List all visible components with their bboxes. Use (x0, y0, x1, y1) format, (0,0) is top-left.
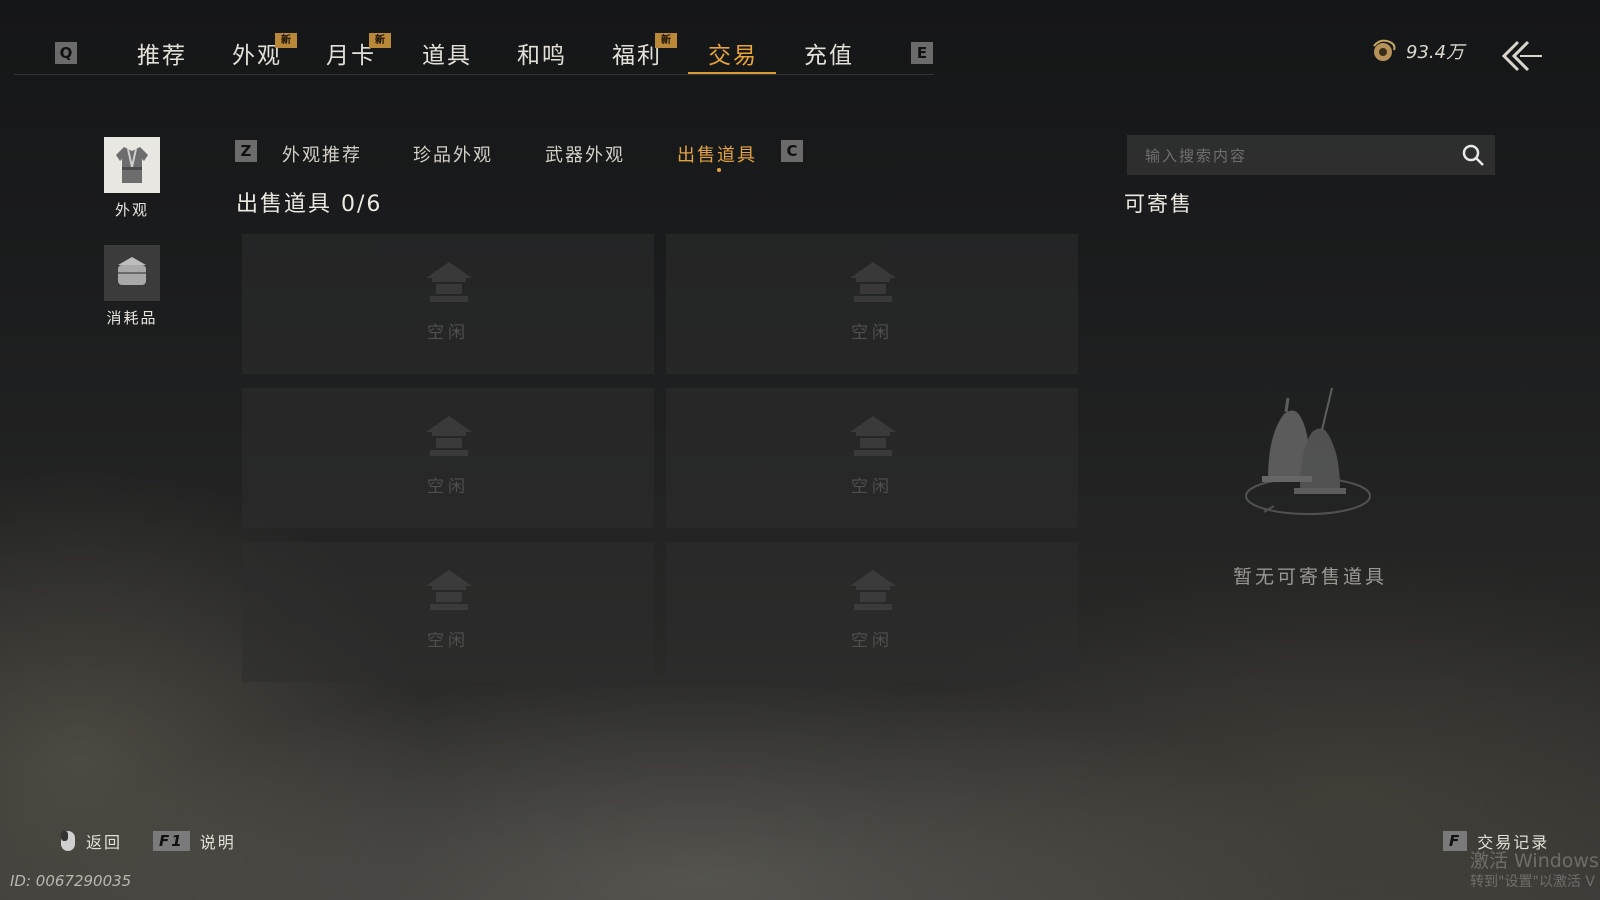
new-badge: 新 (275, 33, 297, 48)
mouse-icon (61, 831, 75, 851)
pavilion-icon (426, 262, 472, 302)
help-label: 说明 (199, 833, 236, 852)
subtab-weapon-appearance[interactable]: 武器外观 (545, 141, 625, 167)
sell-slot[interactable]: 空闲 (242, 234, 654, 374)
robe-icon (104, 137, 160, 193)
tab-recommend[interactable]: 推荐 (137, 36, 187, 70)
slot-status: 空闲 (851, 477, 893, 497)
currency-amount: 93.4万 (1406, 42, 1465, 63)
player-id: ID: 0067290035 (10, 872, 132, 890)
key-hint-e[interactable]: E (911, 42, 933, 64)
tab-harmony[interactable]: 和鸣 (517, 36, 567, 70)
pavilion-icon (426, 416, 472, 456)
pavilion-icon (850, 416, 896, 456)
back-arrow-icon[interactable] (1498, 36, 1544, 76)
key-hint-f1: F1 (153, 831, 190, 851)
tab-trade[interactable]: 交易 (708, 36, 758, 70)
active-subtab-dot (717, 168, 721, 172)
category-consumables[interactable]: 消耗品 (97, 245, 167, 328)
key-hint-f: F (1443, 831, 1468, 851)
pavilion-icon (426, 570, 472, 610)
key-hint-c[interactable]: C (781, 140, 803, 162)
search-input[interactable] (1127, 135, 1467, 177)
new-badge: 新 (655, 33, 677, 48)
subtab-rare-appearance[interactable]: 珍品外观 (413, 141, 493, 167)
pavilion-icon (850, 570, 896, 610)
back-button[interactable]: 返回 (60, 829, 122, 853)
pavilion-icon (850, 262, 896, 302)
sell-slot[interactable]: 空闲 (666, 388, 1078, 528)
windows-watermark-sub: 转到"设置"以激活 V (1470, 874, 1595, 890)
category-label: 外观 (114, 201, 149, 219)
subtab-sell-items[interactable]: 出售道具 (677, 141, 757, 167)
search-box (1127, 135, 1495, 177)
coin-icon (1373, 39, 1396, 61)
category-appearance[interactable]: 外观 (97, 137, 167, 220)
slot-status: 空闲 (851, 323, 893, 343)
slot-status: 空闲 (427, 323, 469, 343)
sell-slot[interactable]: 空闲 (242, 542, 654, 682)
sell-slot[interactable]: 空闲 (666, 234, 1078, 374)
category-label: 消耗品 (106, 309, 158, 327)
key-hint-q[interactable]: Q (55, 42, 77, 64)
tab-items[interactable]: 道具 (422, 36, 472, 70)
new-badge: 新 (369, 33, 391, 48)
slot-status: 空闲 (427, 631, 469, 651)
sell-slot[interactable]: 空闲 (666, 542, 1078, 682)
sell-section-title: 出售道具 0/6 (236, 192, 383, 217)
slot-status: 空闲 (427, 477, 469, 497)
windows-watermark: 激活 Windows (1470, 850, 1599, 872)
sell-slot[interactable]: 空闲 (242, 388, 654, 528)
nav-divider (14, 74, 934, 75)
bells-icon (1245, 387, 1371, 515)
back-label: 返回 (86, 833, 123, 852)
slot-status: 空闲 (851, 631, 893, 651)
sellable-title: 可寄售 (1124, 192, 1193, 216)
package-icon (104, 245, 160, 301)
top-navigation: Q 推荐 外观 新 月卡 新 道具 和鸣 福利 新 交易 充值 E 93.4万 (0, 0, 1600, 80)
search-icon[interactable] (1461, 143, 1485, 167)
empty-state-text: 暂无可寄售道具 (1232, 566, 1387, 588)
tab-recharge[interactable]: 充值 (804, 36, 854, 70)
currency-display: 93.4万 (1370, 38, 1464, 64)
subtab-appearance-recommend[interactable]: 外观推荐 (282, 141, 362, 167)
key-hint-z[interactable]: Z (235, 140, 257, 162)
help-button[interactable]: F1 说明 (153, 829, 236, 853)
